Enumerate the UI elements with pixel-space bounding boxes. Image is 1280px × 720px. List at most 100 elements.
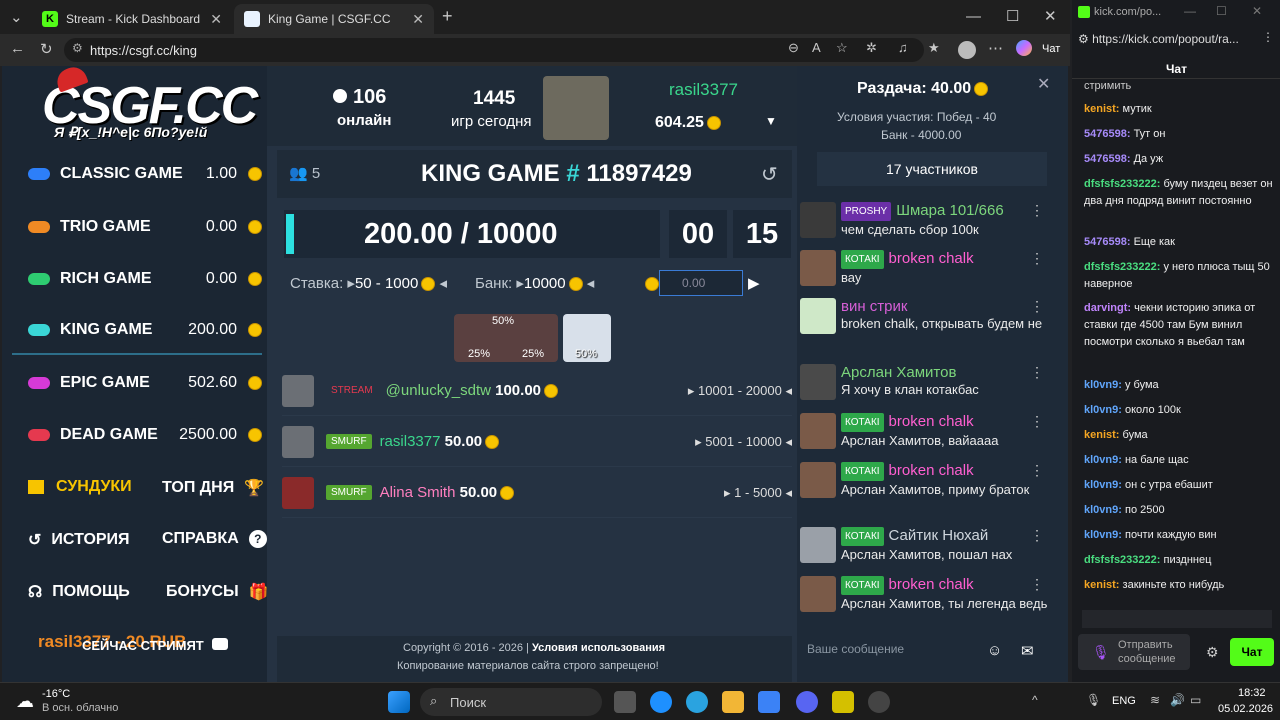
bet-player[interactable]: Alina Smith xyxy=(380,484,456,501)
more-menu-icon[interactable]: ⋯ xyxy=(988,39,1003,57)
game-classic[interactable]: CLASSIC GAME 1.00 xyxy=(12,150,262,198)
more-icon[interactable]: ⋮ xyxy=(1030,462,1044,479)
more-icon[interactable]: ⋮ xyxy=(1030,527,1044,544)
copilot-icon[interactable] xyxy=(1016,40,1032,56)
game-king[interactable]: KING GAME 200.00 xyxy=(12,307,262,355)
close-window-icon[interactable]: ✕ xyxy=(1044,7,1057,25)
chat-input[interactable]: Ваше сообщение xyxy=(807,642,904,656)
message-nick[interactable]: 5476598: xyxy=(1084,236,1131,248)
wifi-icon[interactable]: ≋ xyxy=(1150,693,1160,707)
tray-chevron-icon[interactable]: ^ xyxy=(1032,693,1038,707)
copilot-label[interactable]: Чат xyxy=(1042,43,1060,55)
chat-nick[interactable]: broken chalk xyxy=(889,413,974,430)
volume-icon[interactable]: 🔊 xyxy=(1170,693,1185,707)
favorite-icon[interactable]: ☆ xyxy=(836,40,848,56)
message-nick[interactable]: kenist: xyxy=(1084,429,1119,441)
telegram-icon[interactable] xyxy=(686,691,708,713)
more-menu-icon[interactable]: ⋮ xyxy=(1262,30,1274,44)
message-nick[interactable]: darvingt: xyxy=(1084,302,1131,314)
history-link[interactable]: ↺ ИСТОРИЯ xyxy=(28,530,130,550)
media-icon[interactable]: ♫ xyxy=(898,40,908,55)
user-name[interactable]: rasil3377 xyxy=(669,80,738,100)
message-nick[interactable]: dfsfsfs233222: xyxy=(1084,178,1160,190)
chat-send-button[interactable]: Чат xyxy=(1230,638,1274,666)
help-ref-link[interactable]: СПРАВКА? xyxy=(162,530,267,548)
close-icon[interactable]: ✕ xyxy=(412,11,424,28)
message-nick[interactable]: kl0vn9: xyxy=(1084,479,1122,491)
mic-tray-icon[interactable]: 🎙 xyxy=(1086,693,1101,707)
close-giveaway-icon[interactable]: ✕ xyxy=(1037,74,1050,94)
obs-icon[interactable] xyxy=(868,691,890,713)
zoom-icon[interactable]: ⊖ xyxy=(788,40,799,56)
more-icon[interactable]: ⋮ xyxy=(1030,250,1044,267)
tab-list-chevron-icon[interactable]: ⌄ xyxy=(10,8,23,26)
more-icon[interactable]: ⋮ xyxy=(1030,413,1044,430)
game-dead[interactable]: DEAD GAME 2500.00 xyxy=(12,411,262,459)
game-rich[interactable]: RICH GAME 0.00 xyxy=(12,255,262,303)
user-menu-chevron-icon[interactable]: ▼ xyxy=(765,114,777,128)
minimize-icon[interactable]: — xyxy=(966,8,981,25)
settings-icon[interactable]: ⚙ xyxy=(1206,644,1219,661)
message-nick[interactable]: kenist: xyxy=(1084,103,1119,115)
discord-icon[interactable] xyxy=(796,691,818,713)
maximize-icon[interactable]: ☐ xyxy=(1006,7,1019,25)
user-avatar[interactable] xyxy=(543,76,609,140)
language-indicator[interactable]: ENG xyxy=(1112,695,1136,707)
microphone-icon[interactable]: 🎙 xyxy=(1092,644,1110,661)
terms-link[interactable]: Условия использования xyxy=(532,642,665,654)
chat-nick[interactable]: broken chalk xyxy=(889,462,974,479)
chat-nick[interactable]: broken chalk xyxy=(889,576,974,593)
more-icon[interactable]: ⋮ xyxy=(1030,202,1044,219)
new-tab-icon[interactable]: + xyxy=(442,6,453,27)
emote-bar[interactable] xyxy=(1082,610,1272,628)
store-icon[interactable] xyxy=(758,691,780,713)
start-icon[interactable] xyxy=(388,691,410,713)
back-icon[interactable]: ← xyxy=(10,40,25,57)
send-mail-icon[interactable]: ✉ xyxy=(1021,642,1034,660)
chat-nick[interactable]: Сайтик Нюхай xyxy=(889,527,989,544)
message-nick[interactable]: dfsfsfs233222: xyxy=(1084,554,1160,566)
game-epic[interactable]: EPIC GAME 502.60 xyxy=(12,359,262,407)
tab-king-game[interactable]: King Game | CSGF.CC ✕ xyxy=(234,4,434,34)
favorites-icon[interactable]: ★ xyxy=(928,40,940,56)
more-icon[interactable]: ⋮ xyxy=(1030,576,1044,593)
emoji-icon[interactable]: ☺ xyxy=(987,642,1002,659)
bonuses-link[interactable]: БОНУСЫ 🎁 xyxy=(166,582,269,602)
edge-icon[interactable] xyxy=(650,691,672,713)
message-nick[interactable]: kl0vn9: xyxy=(1084,529,1122,541)
maximize-icon[interactable]: ☐ xyxy=(1216,4,1227,18)
message-nick[interactable]: kl0vn9: xyxy=(1084,504,1122,516)
chests-link[interactable]: СУНДУКИ xyxy=(28,478,132,496)
battery-icon[interactable]: ▭ xyxy=(1190,693,1201,707)
chat-nick[interactable]: broken chalk xyxy=(889,250,974,267)
bet-player[interactable]: @unlucky_sdtw xyxy=(386,382,491,399)
more-icon[interactable]: ⋮ xyxy=(1030,298,1044,315)
profile-avatar[interactable] xyxy=(958,41,976,59)
history-icon[interactable]: ↺ xyxy=(761,162,778,187)
bet-player[interactable]: rasil3377 xyxy=(380,433,441,450)
bet-input[interactable]: 0.00 xyxy=(659,270,743,296)
game-trio[interactable]: TRIO GAME 0.00 xyxy=(12,203,262,251)
close-icon[interactable]: ✕ xyxy=(210,11,222,28)
app-icon[interactable] xyxy=(832,691,854,713)
taskbar-search[interactable]: ⌕ Поиск xyxy=(420,688,602,716)
message-nick[interactable]: kenist: xyxy=(1084,579,1119,591)
weather-icon[interactable]: ☁ xyxy=(16,691,34,712)
message-nick[interactable]: kl0vn9: xyxy=(1084,454,1122,466)
message-nick[interactable]: 5476598: xyxy=(1084,128,1131,140)
message-nick[interactable]: kl0vn9: xyxy=(1084,379,1122,391)
reload-icon[interactable]: ↻ xyxy=(40,40,53,58)
tab-kick-dashboard[interactable]: K Stream - Kick Dashboard ✕ xyxy=(32,4,232,34)
close-icon[interactable]: ✕ xyxy=(1252,4,1262,18)
support-link[interactable]: ☊ ПОМОЩЬ xyxy=(28,582,130,602)
explorer-icon[interactable] xyxy=(722,691,744,713)
message-nick[interactable]: kl0vn9: xyxy=(1084,404,1122,416)
message-nick[interactable]: 5476598: xyxy=(1084,153,1131,165)
clock-time[interactable]: 18:32 xyxy=(1238,687,1266,699)
read-aloud-icon[interactable]: A xyxy=(812,40,821,55)
more-icon[interactable]: ⋮ xyxy=(1030,364,1044,381)
chat-nick[interactable]: Шмара 101/666 xyxy=(896,202,1003,219)
clock-date[interactable]: 05.02.2026 xyxy=(1218,703,1273,715)
chat-nick[interactable]: Арслан Хамитов xyxy=(841,364,956,381)
site-info-icon[interactable]: ⚙ xyxy=(72,41,83,55)
